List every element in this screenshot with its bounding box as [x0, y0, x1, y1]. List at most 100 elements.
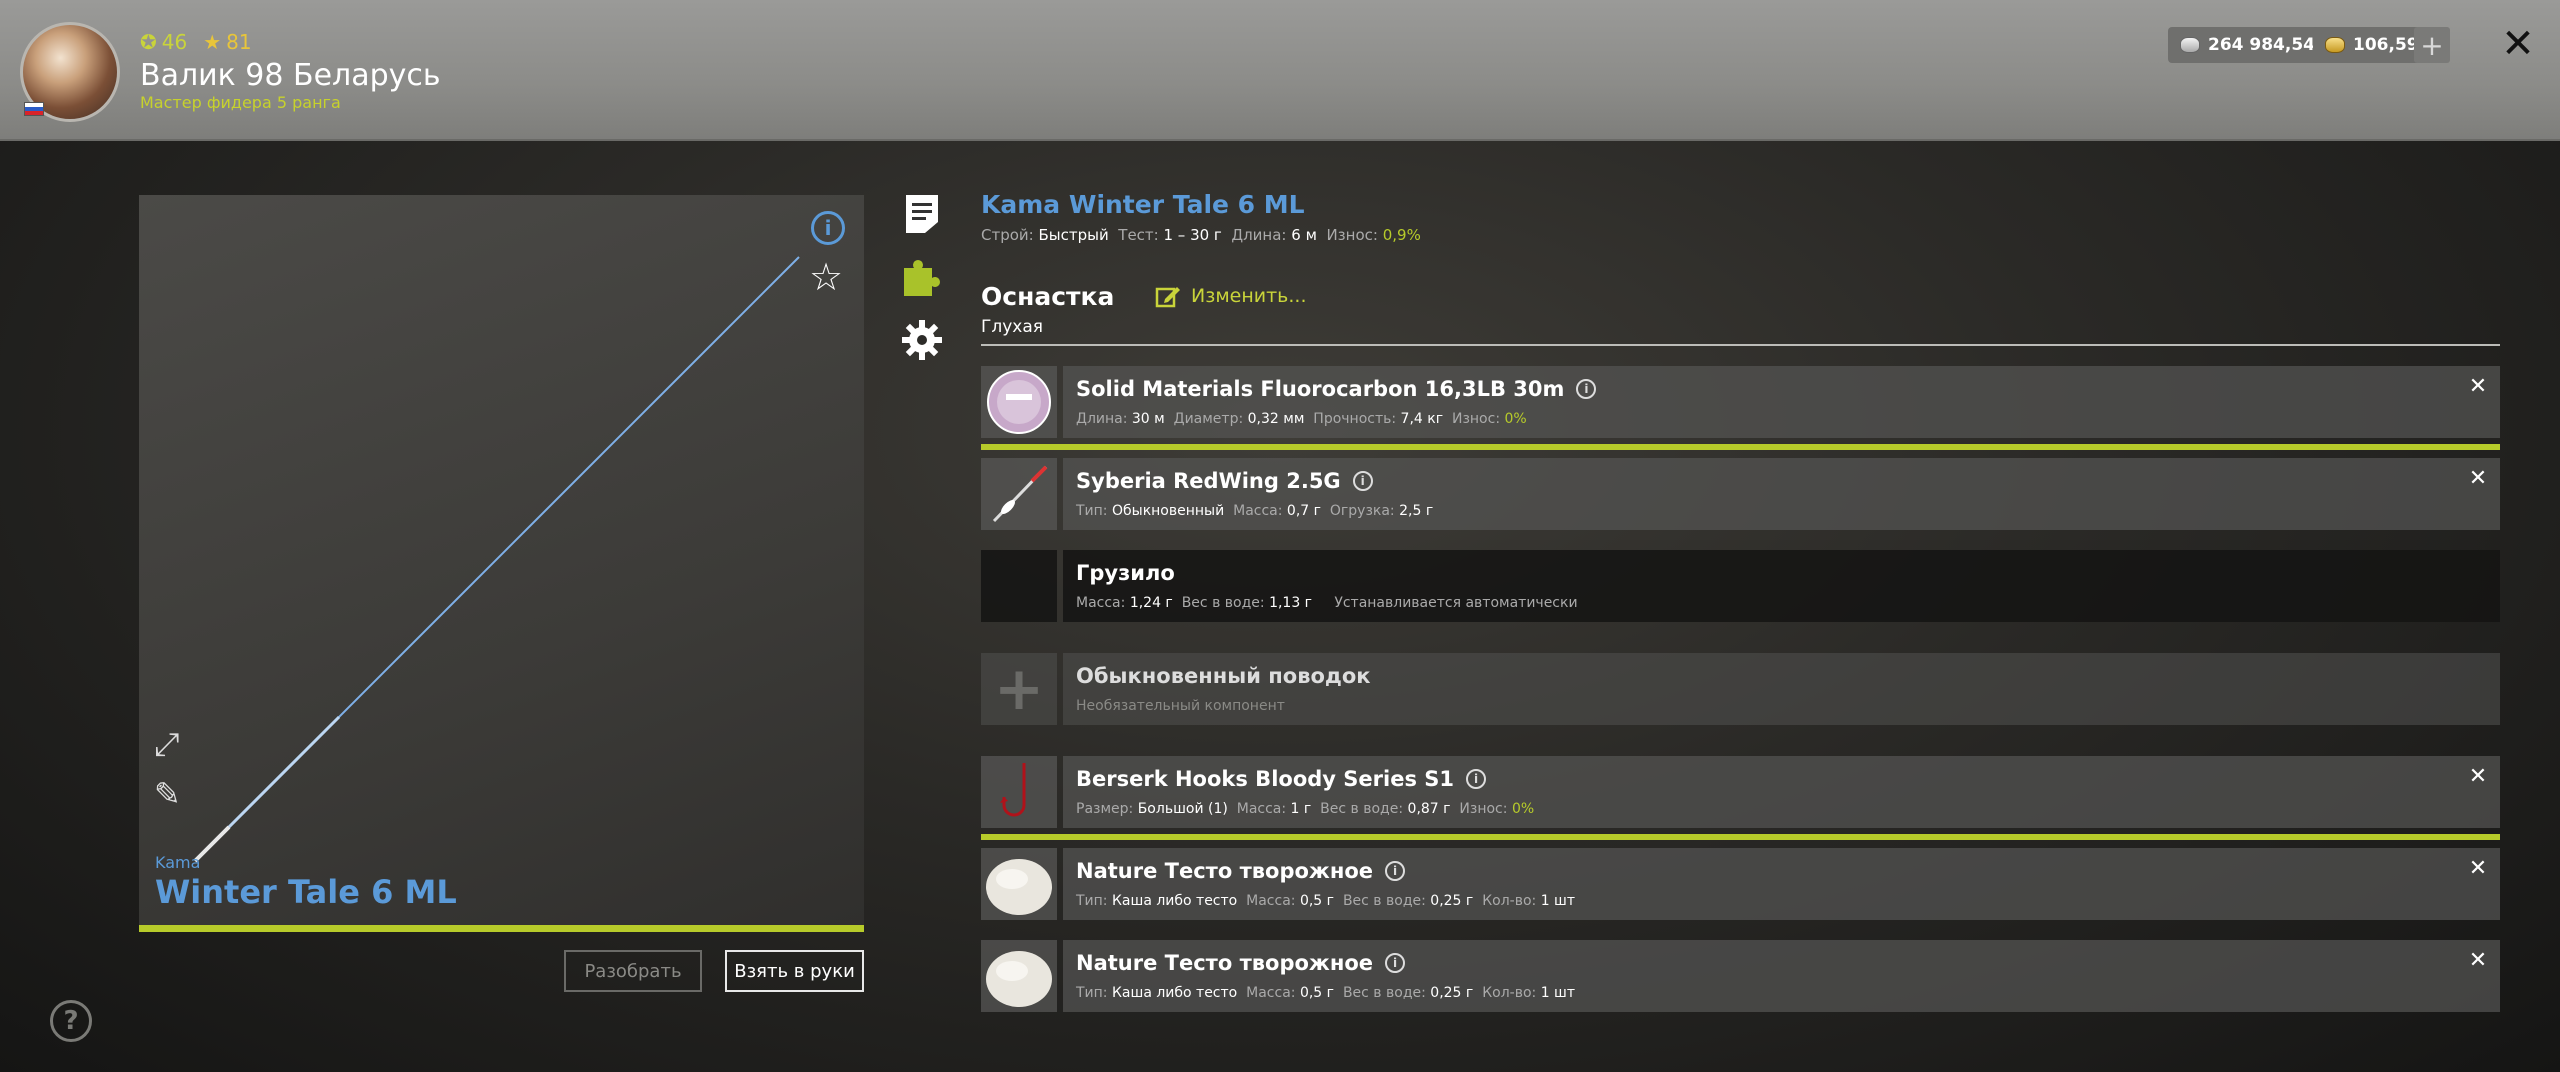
info-icon[interactable]: i: [1385, 861, 1405, 881]
prop-value: 0%: [1511, 801, 1535, 817]
slot-float[interactable]: Syberia RedWing 2.5G i Тип: Обыкновенный…: [981, 458, 2500, 530]
close-icon[interactable]: ✕: [2496, 21, 2540, 67]
prop-label: Масса:: [1233, 503, 1283, 519]
prop-value: 0,87 г: [1407, 801, 1451, 817]
take-in-hands-button[interactable]: Взять в руки: [725, 950, 864, 992]
expand-icon[interactable]: ⤢: [154, 725, 180, 764]
slot-name: Nature Тесто творожное i: [1076, 951, 1405, 975]
sinker-name: Грузило: [1076, 561, 1175, 585]
spec-value: 1 – 30 г: [1163, 226, 1222, 244]
slot-hook[interactable]: Berserk Hooks Bloody Series S1 i Размер:…: [981, 756, 2500, 828]
prop-value: 1 шт: [1540, 893, 1576, 909]
prop-value: 0,32 мм: [1247, 411, 1305, 427]
rod-specs: Строй: Быстрый Тест: 1 – 30 г Длина: 6 м…: [981, 226, 1421, 244]
top-bar: ✪ 46 ★ 81 Валик 98 Беларусь Мастер фидер…: [0, 0, 2560, 141]
prop-label: Кол-во:: [1482, 985, 1537, 1001]
slot-body: Nature Тесто творожное i Тип: Каша либо …: [1063, 848, 2500, 920]
slot-bait-2[interactable]: Nature Тесто творожное i Тип: Каша либо …: [981, 940, 2500, 1012]
slot-sinker[interactable]: Грузило Масса: 1,24 г Вес в воде: 1,13 г…: [981, 550, 2500, 622]
tab-settings[interactable]: [900, 318, 944, 362]
plus-icon: +: [993, 654, 1045, 724]
line-wear-bar: [981, 444, 2500, 450]
prop-label: Огрузка:: [1329, 503, 1395, 519]
prop-label: Вес в воде:: [1342, 985, 1426, 1001]
prop-value: 0,5 г: [1299, 985, 1335, 1001]
prop-value: 30 м: [1131, 411, 1165, 427]
star-rating-icon: ★: [203, 30, 222, 54]
remove-icon[interactable]: ✕: [2464, 762, 2492, 790]
leader-name: Обыкновенный поводок: [1076, 664, 1371, 688]
help-icon[interactable]: ?: [50, 1000, 92, 1042]
rig-title: Оснастка: [981, 282, 1115, 311]
remove-icon[interactable]: ✕: [2464, 372, 2492, 400]
info-icon[interactable]: i: [811, 211, 845, 245]
tab-description[interactable]: [900, 192, 944, 236]
rod-preview[interactable]: i ☆ ⤢ ✎ Kama Winter Tale 6 ML: [139, 195, 864, 925]
spec-label: Строй:: [981, 226, 1034, 244]
gold-value: 106,59: [2353, 35, 2419, 55]
gear-icon: [902, 320, 942, 360]
tab-rig[interactable]: [900, 256, 944, 300]
slot-bait-1[interactable]: Nature Тесто творожное i Тип: Каша либо …: [981, 848, 2500, 920]
rod-brand: Kama: [155, 853, 201, 872]
slot-props: Масса: 1,24 г Вес в воде: 1,13 г Устанав…: [1076, 595, 1578, 611]
hook-wear-bar: [981, 834, 2500, 840]
slot-props: Тип: Каша либо тесто Масса: 0,5 г Вес в …: [1076, 893, 1575, 909]
prop-label: Прочность:: [1313, 411, 1397, 427]
remove-icon[interactable]: ✕: [2464, 464, 2492, 492]
prop-value: 1,24 г: [1129, 595, 1173, 611]
edit-icon: [1155, 287, 1180, 308]
stars-value: 81: [226, 30, 252, 54]
slot-props: Длина: 30 м Диаметр: 0,32 мм Прочность: …: [1076, 411, 1527, 427]
line-name: Solid Materials Fluorocarbon 16,3LB 30m: [1076, 377, 1565, 401]
prop-value: 7,4 кг: [1400, 411, 1444, 427]
bait-name: Nature Тесто творожное: [1076, 951, 1373, 975]
bait-thumbnail: [981, 940, 1057, 1012]
prop-label: Длина:: [1076, 411, 1128, 427]
slot-body: Syberia RedWing 2.5G i Тип: Обыкновенный…: [1063, 458, 2500, 530]
remove-icon[interactable]: ✕: [2464, 854, 2492, 882]
level-value: 46: [161, 30, 188, 54]
silver-balance: 264 984,54: [2168, 27, 2328, 63]
favorite-star-icon[interactable]: ☆: [809, 255, 843, 299]
prop-label: Тип:: [1076, 893, 1108, 909]
hook-icon: [1000, 763, 1026, 817]
edit-rig-button[interactable]: Изменить...: [1155, 284, 1307, 308]
prop-label: Диаметр:: [1173, 411, 1244, 427]
info-icon[interactable]: i: [1466, 769, 1486, 789]
leader-thumbnail: +: [981, 653, 1057, 725]
level-stat: ✪ 46: [140, 30, 187, 54]
rod-image: [193, 256, 800, 863]
edit-rig-label: Изменить...: [1191, 285, 1307, 307]
info-icon[interactable]: i: [1576, 379, 1597, 399]
prop-value: Каша либо тесто: [1111, 985, 1238, 1001]
silver-coin-icon: [2180, 37, 2200, 53]
float-icon: [992, 465, 1048, 523]
slot-leader[interactable]: + Обыкновенный поводок Необязательный ко…: [981, 653, 2500, 725]
info-icon[interactable]: i: [1385, 953, 1405, 973]
rod-wear-bar: [139, 925, 864, 932]
prop-label: Износ:: [1459, 801, 1508, 817]
prop-label: Кол-во:: [1482, 893, 1537, 909]
prop-value: 0,7 г: [1286, 503, 1321, 519]
slot-line[interactable]: Solid Materials Fluorocarbon 16,3LB 30m …: [981, 366, 2500, 438]
player-rank: Мастер фидера 5 ранга: [140, 93, 341, 112]
prop-value: 1 г: [1290, 801, 1312, 817]
prop-value: 0,25 г: [1430, 893, 1474, 909]
prop-value: 0,5 г: [1299, 893, 1335, 909]
remove-icon[interactable]: ✕: [2464, 946, 2492, 974]
spec-label: Длина:: [1231, 226, 1287, 244]
bait-name: Nature Тесто творожное: [1076, 859, 1373, 883]
info-icon[interactable]: i: [1352, 471, 1373, 491]
slot-props: Необязательный компонент: [1076, 698, 1285, 714]
slot-props: Тип: Каша либо тесто Масса: 0,5 г Вес в …: [1076, 985, 1575, 1001]
prop-label: Износ:: [1451, 411, 1501, 427]
disassemble-button[interactable]: Разобрать: [564, 950, 702, 992]
slot-name: Обыкновенный поводок: [1076, 664, 1371, 688]
document-icon: [906, 195, 938, 233]
auto-install-note: Устанавливается автоматически: [1334, 595, 1578, 611]
slot-body: Грузило Масса: 1,24 г Вес в воде: 1,13 г…: [1063, 550, 2500, 622]
paint-brush-icon[interactable]: ✎: [154, 775, 181, 813]
slot-name: Syberia RedWing 2.5G i: [1076, 469, 1373, 493]
add-currency-button[interactable]: +: [2414, 27, 2450, 63]
